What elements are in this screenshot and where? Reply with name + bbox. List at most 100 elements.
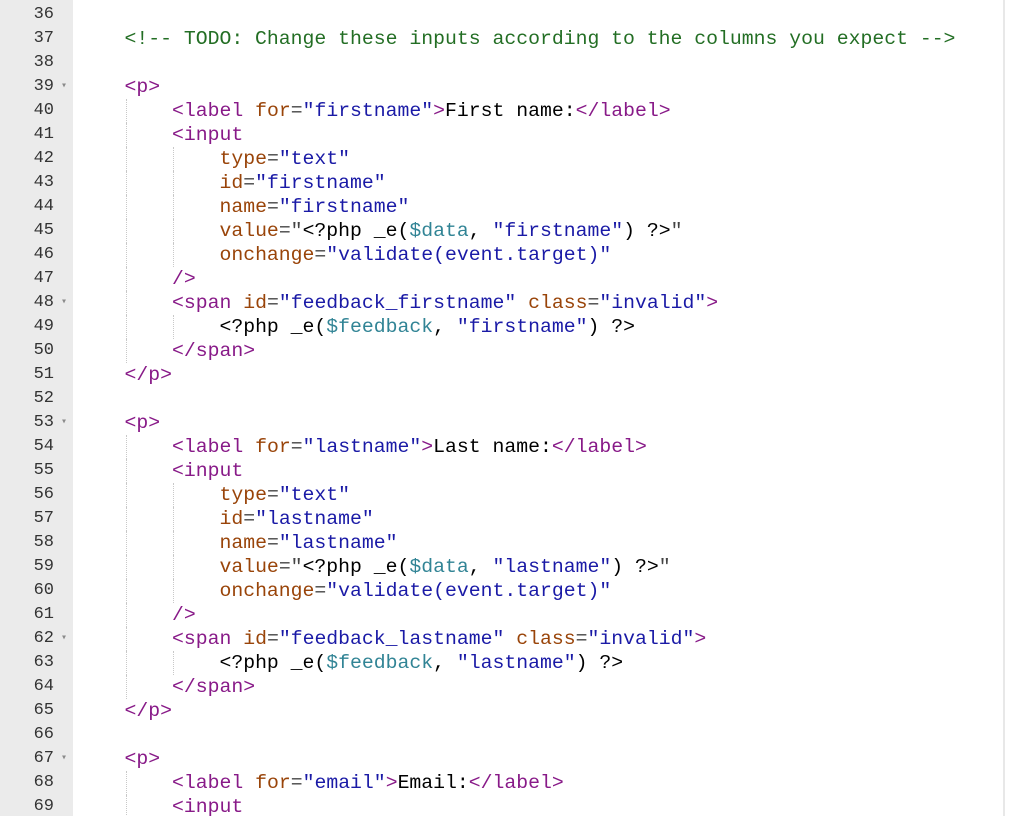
code-text[interactable]: <?php _e($feedback, "firstname") ?> bbox=[77, 315, 635, 339]
code-line[interactable]: 44 name="firstname" bbox=[0, 195, 1029, 219]
code-line[interactable]: 52 bbox=[0, 387, 1029, 411]
code-text[interactable]: name="firstname" bbox=[77, 195, 409, 219]
code-line[interactable]: 56 type="text" bbox=[0, 483, 1029, 507]
fold-arrow-icon[interactable]: ▾ bbox=[58, 75, 70, 99]
code-text[interactable]: <label for="lastname">Last name:</label> bbox=[77, 435, 647, 459]
code-line[interactable]: 68 <label for="email">Email:</label> bbox=[0, 771, 1029, 795]
code-line[interactable]: 37 <!-- TODO: Change these inputs accord… bbox=[0, 27, 1029, 51]
code-line[interactable]: 54 <label for="lastname">Last name:</lab… bbox=[0, 435, 1029, 459]
code-line[interactable]: 58 name="lastname" bbox=[0, 531, 1029, 555]
line-number: 40 bbox=[33, 101, 54, 120]
code-lines[interactable]: 36 37 <!-- TODO: Change these inputs acco… bbox=[0, 3, 1029, 816]
code-line[interactable]: 64 </span> bbox=[0, 675, 1029, 699]
line-number: 55 bbox=[33, 461, 54, 480]
line-number: 37 bbox=[33, 29, 54, 48]
string-token: "lastname" bbox=[255, 508, 374, 530]
code-line[interactable]: 51 </p> bbox=[0, 363, 1029, 387]
code-line[interactable]: 62 ▾ <span id="feedback_lastname" class="… bbox=[0, 627, 1029, 651]
text-token: Email: bbox=[397, 772, 469, 794]
attribute-token: name bbox=[219, 532, 267, 554]
code-text[interactable]: <p> bbox=[77, 411, 160, 435]
code-line[interactable]: 65 </p> bbox=[0, 699, 1029, 723]
code-line[interactable]: 41 <input bbox=[0, 123, 1029, 147]
code-text[interactable]: value="<?php _e($data, "firstname") ?>" bbox=[77, 219, 682, 243]
code-line[interactable]: 39 ▾ <p> bbox=[0, 75, 1029, 99]
code-text[interactable]: <p> bbox=[77, 75, 160, 99]
code-text[interactable]: /> bbox=[77, 603, 196, 627]
string-token: "feedback_firstname" bbox=[278, 292, 517, 314]
code-line[interactable]: 48 ▾ <span id="feedback_firstname" class=… bbox=[0, 291, 1029, 315]
code-line[interactable]: 36 bbox=[0, 3, 1029, 27]
attribute-token: value bbox=[219, 220, 279, 242]
fold-arrow-icon[interactable]: ▾ bbox=[58, 291, 70, 315]
code-text[interactable]: id="firstname" bbox=[77, 171, 385, 195]
code-text[interactable]: <!-- TODO: Change these inputs according… bbox=[77, 27, 955, 51]
code-line[interactable]: 38 bbox=[0, 51, 1029, 75]
code-line[interactable]: 53 ▾ <p> bbox=[0, 411, 1029, 435]
fold-arrow-icon[interactable]: ▾ bbox=[58, 747, 70, 771]
code-line[interactable]: 46 onchange="validate(event.target)" bbox=[0, 243, 1029, 267]
code-text[interactable]: type="text" bbox=[77, 483, 350, 507]
code-text[interactable]: </span> bbox=[77, 339, 255, 363]
code-line[interactable]: 57 id="lastname" bbox=[0, 507, 1029, 531]
code-line[interactable]: 40 <label for="firstname">First name:</l… bbox=[0, 99, 1029, 123]
punctuation-token: = bbox=[266, 532, 279, 554]
code-text[interactable]: <input bbox=[77, 459, 243, 483]
code-text[interactable]: /> bbox=[77, 267, 196, 291]
code-text[interactable]: </p> bbox=[77, 363, 171, 387]
html-tag-token: </span> bbox=[171, 676, 256, 698]
code-text[interactable]: <p> bbox=[77, 747, 160, 771]
attribute-token: class bbox=[516, 628, 576, 650]
punctuation-token: = bbox=[290, 100, 303, 122]
text-token: First name: bbox=[445, 100, 576, 122]
attribute-token: type bbox=[219, 148, 267, 170]
code-text[interactable]: </p> bbox=[77, 699, 171, 723]
code-line[interactable]: 60 onchange="validate(event.target)" bbox=[0, 579, 1029, 603]
html-tag-token: > bbox=[433, 100, 446, 122]
line-number: 63 bbox=[33, 653, 54, 672]
punctuation-token: = bbox=[266, 484, 279, 506]
code-text[interactable]: onchange="validate(event.target)" bbox=[77, 579, 611, 603]
code-line[interactable]: 69 <input bbox=[0, 795, 1029, 816]
code-line[interactable]: 42 type="text" bbox=[0, 147, 1029, 171]
code-text[interactable]: </span> bbox=[77, 675, 255, 699]
line-number: 68 bbox=[33, 773, 54, 792]
code-text[interactable]: onchange="validate(event.target)" bbox=[77, 243, 611, 267]
code-text[interactable]: <?php _e($feedback, "lastname") ?> bbox=[77, 651, 623, 675]
code-line[interactable]: 55 <input bbox=[0, 459, 1029, 483]
code-line[interactable]: 43 id="firstname" bbox=[0, 171, 1029, 195]
fold-arrow-icon[interactable]: ▾ bbox=[58, 627, 70, 651]
code-text[interactable]: name="lastname" bbox=[77, 531, 397, 555]
code-text[interactable]: <label for="firstname">First name:</labe… bbox=[77, 99, 671, 123]
code-line[interactable]: 59 value="<?php _e($data, "lastname") ?>… bbox=[0, 555, 1029, 579]
code-text[interactable]: <input bbox=[77, 123, 243, 147]
code-text[interactable]: <span id="feedback_firstname" class="inv… bbox=[77, 291, 718, 315]
punctuation-token: = bbox=[314, 244, 327, 266]
code-line[interactable]: 45 value="<?php _e($data, "firstname") ?… bbox=[0, 219, 1029, 243]
line-number: 43 bbox=[33, 173, 54, 192]
line-number: 57 bbox=[33, 509, 54, 528]
code-text[interactable]: id="lastname" bbox=[77, 507, 374, 531]
code-line[interactable]: 50 </span> bbox=[0, 339, 1029, 363]
code-text[interactable]: value="<?php _e($data, "lastname") ?>" bbox=[77, 555, 670, 579]
fold-arrow-icon[interactable]: ▾ bbox=[58, 411, 70, 435]
code-line[interactable]: 63 <?php _e($feedback, "lastname") ?> bbox=[0, 651, 1029, 675]
code-line[interactable]: 67 ▾ <p> bbox=[0, 747, 1029, 771]
code-line[interactable]: 61 /> bbox=[0, 603, 1029, 627]
code-text[interactable]: <input bbox=[77, 795, 243, 816]
code-editor[interactable]: 36 37 <!-- TODO: Change these inputs acco… bbox=[0, 0, 1029, 816]
code-line[interactable]: 49 <?php _e($feedback, "firstname") ?> bbox=[0, 315, 1029, 339]
code-line[interactable]: 47 /> bbox=[0, 267, 1029, 291]
attribute-token: for bbox=[255, 772, 291, 794]
punctuation-token: = bbox=[266, 148, 279, 170]
code-text[interactable]: type="text" bbox=[77, 147, 350, 171]
line-number: 56 bbox=[33, 485, 54, 504]
php-token: , bbox=[468, 220, 493, 242]
code-text[interactable]: <span id="feedback_lastname" class="inva… bbox=[77, 627, 706, 651]
string-token: "invalid" bbox=[587, 628, 695, 650]
string-token: "lastname" bbox=[456, 652, 576, 674]
code-text[interactable]: <label for="email">Email:</label> bbox=[77, 771, 564, 795]
attribute-token: type bbox=[219, 484, 267, 506]
code-line[interactable]: 66 bbox=[0, 723, 1029, 747]
line-number: 45 bbox=[33, 221, 54, 240]
